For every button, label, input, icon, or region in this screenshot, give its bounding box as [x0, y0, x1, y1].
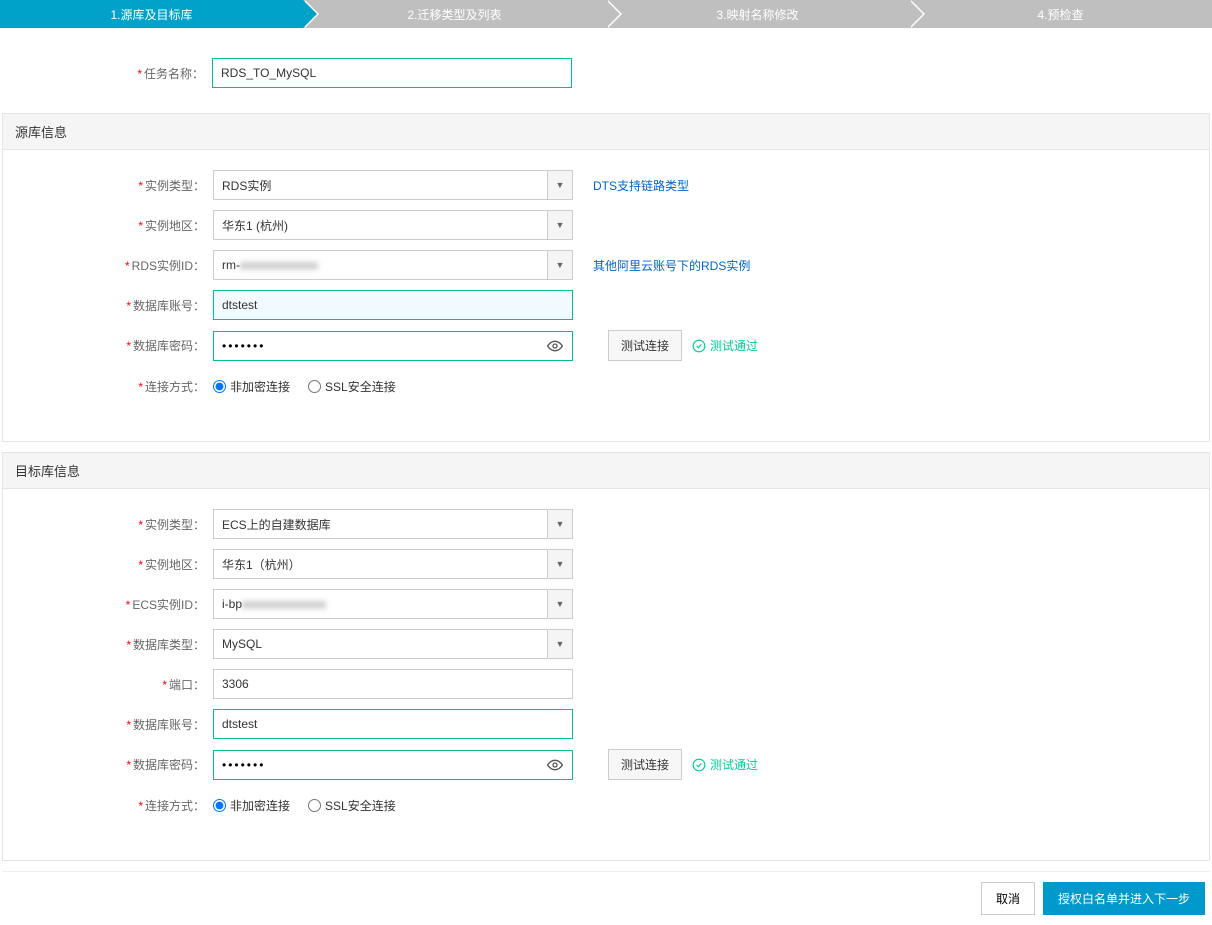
tgt-test-result: 测试通过 — [692, 756, 758, 773]
tgt-instance-type-label: *实例类型： — [3, 516, 213, 533]
step-2[interactable]: 2.迁移类型及列表 — [303, 0, 606, 28]
tgt-password-field[interactable] — [213, 750, 573, 780]
footer: 取消 授权白名单并进入下一步 — [2, 871, 1210, 925]
cancel-button[interactable]: 取消 — [981, 882, 1035, 915]
target-header: 目标库信息 — [3, 453, 1209, 489]
tgt-db-type-select[interactable]: MySQL — [213, 629, 573, 659]
src-conn-plain-radio[interactable]: 非加密连接 — [213, 378, 290, 395]
src-instance-type-label: *实例类型： — [3, 177, 213, 194]
step-4[interactable]: 4.预检查 — [909, 0, 1212, 28]
src-region-label: *实例地区： — [3, 217, 213, 234]
src-password-label: *数据库密码： — [3, 337, 213, 354]
tgt-instance-type-select[interactable]: ECS上的自建数据库 — [213, 509, 573, 539]
tgt-password-label: *数据库密码： — [3, 756, 213, 773]
src-test-connection-button[interactable]: 测试连接 — [608, 330, 682, 361]
tgt-port-label: *端口： — [3, 676, 213, 693]
next-step-button[interactable]: 授权白名单并进入下一步 — [1043, 882, 1205, 915]
source-section: 源库信息 *实例类型： RDS实例 DTS支持链路类型 *实例地区： 华东1 (… — [2, 113, 1210, 442]
src-password-field[interactable] — [213, 331, 573, 361]
tgt-conn-ssl-radio[interactable]: SSL安全连接 — [308, 797, 396, 814]
eye-icon[interactable] — [546, 758, 564, 772]
src-account-label: *数据库账号： — [3, 297, 213, 314]
eye-icon[interactable] — [546, 339, 564, 353]
other-account-link[interactable]: 其他阿里云账号下的RDS实例 — [593, 257, 750, 274]
source-header: 源库信息 — [3, 114, 1209, 150]
step-3[interactable]: 3.映射名称修改 — [606, 0, 909, 28]
tgt-conn-label: *连接方式： — [3, 797, 213, 814]
src-account-input[interactable] — [213, 290, 573, 320]
tgt-region-label: *实例地区： — [3, 556, 213, 573]
tgt-password-input[interactable] — [222, 758, 546, 772]
dts-link-types-link[interactable]: DTS支持链路类型 — [593, 177, 689, 194]
tgt-ecs-id-select[interactable]: i-bpxxxxxxxxxxxxxx — [213, 589, 573, 619]
step-nav: 1.源库及目标库 2.迁移类型及列表 3.映射名称修改 4.预检查 — [0, 0, 1212, 28]
task-name-input[interactable] — [212, 58, 572, 88]
src-conn-label: *连接方式： — [3, 378, 213, 395]
tgt-account-input[interactable] — [213, 709, 573, 739]
src-rds-id-label: *RDS实例ID： — [3, 257, 213, 274]
task-name-label: *任务名称： — [2, 65, 212, 82]
src-rds-id-select[interactable]: rm-xxxxxxxxxxxxx — [213, 250, 573, 280]
src-test-result: 测试通过 — [692, 337, 758, 354]
src-region-select[interactable]: 华东1 (杭州) — [213, 210, 573, 240]
target-section: 目标库信息 *实例类型： ECS上的自建数据库 *实例地区： 华东1（杭州） *… — [2, 452, 1210, 861]
step-1[interactable]: 1.源库及目标库 — [0, 0, 303, 28]
src-conn-ssl-radio[interactable]: SSL安全连接 — [308, 378, 396, 395]
tgt-port-input[interactable] — [213, 669, 573, 699]
src-password-input[interactable] — [222, 339, 546, 353]
tgt-ecs-id-label: *ECS实例ID： — [3, 596, 213, 613]
tgt-test-connection-button[interactable]: 测试连接 — [608, 749, 682, 780]
src-instance-type-select[interactable]: RDS实例 — [213, 170, 573, 200]
tgt-account-label: *数据库账号： — [3, 716, 213, 733]
tgt-region-select[interactable]: 华东1（杭州） — [213, 549, 573, 579]
tgt-conn-plain-radio[interactable]: 非加密连接 — [213, 797, 290, 814]
task-name-row: *任务名称： — [2, 48, 1212, 113]
tgt-db-type-label: *数据库类型： — [3, 636, 213, 653]
